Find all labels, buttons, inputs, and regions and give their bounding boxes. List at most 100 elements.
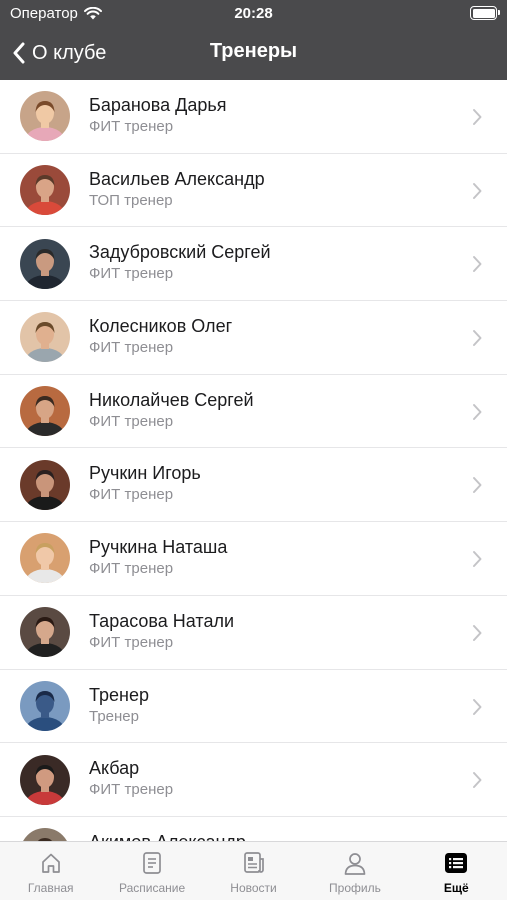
- trainer-role: ФИТ тренер: [89, 560, 174, 578]
- trainer-name: Васильев Александр: [89, 168, 265, 189]
- trainer-name: Акимов Александр: [89, 831, 246, 841]
- news-icon: [243, 852, 264, 873]
- trainer-avatar: [20, 165, 70, 216]
- trainer-name: Колесников Олег: [89, 316, 233, 337]
- trainer-text: Баранова Дарья ФИТ тренер: [89, 94, 227, 138]
- trainer-photo: [20, 91, 70, 142]
- schedule-icon: [143, 852, 161, 874]
- trainer-photo: [20, 459, 70, 510]
- app-header: Оператор 20:28 О клубе Тренеры: [0, 0, 507, 80]
- trainer-row[interactable]: Акимов Александр ФИТ тренер: [0, 817, 507, 841]
- tab-profile[interactable]: Профиль: [304, 842, 405, 900]
- chevron-right-icon: [473, 698, 482, 715]
- trainer-photo: [20, 607, 70, 658]
- chevron-right-icon: [473, 772, 482, 789]
- trainer-avatar: [20, 754, 70, 805]
- trainer-role: ФИТ тренер: [89, 633, 174, 651]
- chevron-right-icon: [473, 551, 482, 568]
- trainer-role: ФИТ тренер: [89, 265, 174, 283]
- trainer-row[interactable]: Баранова Дарья ФИТ тренер: [0, 80, 507, 154]
- trainer-list[interactable]: Баранова Дарья ФИТ тренер Васильев Алекс…: [0, 80, 507, 841]
- trainer-text: Колесников Олег ФИТ тренер: [89, 315, 232, 359]
- chevron-right-icon: [473, 403, 482, 420]
- trainer-role: Тренер: [89, 707, 139, 725]
- trainer-text: Ручкин Игорь ФИТ тренер: [89, 462, 201, 506]
- tab-label: Расписание: [119, 881, 186, 895]
- trainer-role: ФИТ тренер: [89, 118, 174, 135]
- trainer-photo: [20, 828, 70, 841]
- trainer-avatar: [20, 828, 70, 841]
- trainer-avatar: [20, 533, 70, 584]
- trainer-photo: [20, 533, 70, 584]
- trainer-role: ФИТ тренер: [89, 412, 174, 430]
- trainer-text: Акимов Александр ФИТ тренер: [89, 831, 246, 841]
- trainer-name: Тарасова Натали: [89, 610, 235, 631]
- trainer-avatar: [20, 607, 70, 658]
- trainer-text: Задубровский Сергей ФИТ тренер: [89, 241, 271, 285]
- trainer-role: ФИТ тренер: [89, 486, 174, 504]
- battery-icon: [470, 6, 500, 20]
- chevron-right-icon: [473, 477, 482, 494]
- navigation-bar: О клубе Тренеры: [0, 28, 507, 80]
- trainer-name: Николайчев Сергей: [89, 389, 254, 410]
- back-button[interactable]: О клубе: [12, 38, 106, 68]
- trainer-text: Васильев Александр ТОП тренер: [89, 168, 265, 212]
- tab-home[interactable]: Главная: [0, 842, 101, 900]
- trainer-name: Ручкина Наташа: [89, 537, 228, 558]
- trainer-row[interactable]: Ручкин Игорь ФИТ тренер: [0, 448, 507, 523]
- trainer-name: Ручкин Игорь: [89, 463, 201, 484]
- trainer-photo: [20, 238, 70, 289]
- trainer-avatar: [20, 238, 70, 289]
- trainer-avatar: [20, 312, 70, 363]
- trainer-text: Тарасова Натали ФИТ тренер: [89, 610, 234, 654]
- trainer-name: Акбар: [89, 758, 140, 779]
- back-label: О клубе: [32, 41, 107, 64]
- trainer-row[interactable]: Акбар ФИТ тренер: [0, 743, 507, 817]
- trainer-text: Ручкина Наташа ФИТ тренер: [89, 536, 227, 580]
- trainer-role: ТОП тренер: [89, 191, 173, 209]
- trainer-row[interactable]: Колесников Олег ФИТ тренер: [0, 301, 507, 375]
- chevron-right-icon: [473, 256, 482, 273]
- profile-icon: [344, 853, 366, 875]
- trainer-row[interactable]: Васильев Александр ТОП тренер: [0, 154, 507, 228]
- trainer-photo: [20, 312, 70, 363]
- trainer-avatar: [20, 680, 70, 731]
- trainer-photo: [20, 680, 70, 731]
- trainer-row[interactable]: Тренер Тренер: [0, 670, 507, 744]
- tab-label: Главная: [27, 881, 74, 895]
- chevron-right-icon: [473, 624, 482, 641]
- trainer-name: Тренер: [89, 684, 149, 705]
- home-icon: [41, 853, 60, 873]
- trainer-text: Тренер Тренер: [89, 684, 149, 728]
- status-bar: Оператор 20:28: [0, 0, 507, 28]
- trainer-role: ФИТ тренер: [89, 781, 174, 799]
- tab-label: Профиль: [329, 881, 381, 895]
- trainer-row[interactable]: Задубровский Сергей ФИТ тренер: [0, 227, 507, 302]
- trainer-photo: [20, 386, 70, 437]
- tab-more-list[interactable]: Ещё: [406, 842, 507, 900]
- trainer-avatar: [20, 386, 70, 437]
- tab-news[interactable]: Новости: [203, 842, 304, 900]
- trainer-avatar: [20, 459, 70, 510]
- tab-schedule[interactable]: Расписание: [101, 842, 202, 900]
- clock: 20:28: [234, 5, 273, 22]
- trainer-photo: [20, 165, 70, 216]
- trainer-role: ФИТ тренер: [89, 339, 174, 357]
- chevron-right-icon: [473, 109, 482, 125]
- chevron-right-icon: [473, 330, 482, 347]
- tab-bar: Главная Расписание Новости Профиль Ещё: [0, 841, 507, 900]
- trainer-row[interactable]: Николайчев Сергей ФИТ тренер: [0, 375, 507, 449]
- trainer-photo: [20, 754, 70, 805]
- chevron-right-icon: [473, 182, 482, 199]
- trainer-name: Задубровский Сергей: [89, 242, 271, 263]
- trainer-row[interactable]: Ручкина Наташа ФИТ тренер: [0, 522, 507, 596]
- trainer-avatar: [20, 91, 70, 142]
- tab-label: Ещё: [443, 881, 469, 895]
- trainer-text: Николайчев Сергей ФИТ тренер: [89, 389, 254, 433]
- more-list-icon: [445, 853, 468, 873]
- tab-label: Новости: [230, 881, 277, 895]
- battery-fill: [472, 8, 495, 18]
- chevron-left-icon: [13, 42, 25, 64]
- trainer-text: Акбар ФИТ тренер: [89, 757, 173, 801]
- trainer-row[interactable]: Тарасова Натали ФИТ тренер: [0, 596, 507, 670]
